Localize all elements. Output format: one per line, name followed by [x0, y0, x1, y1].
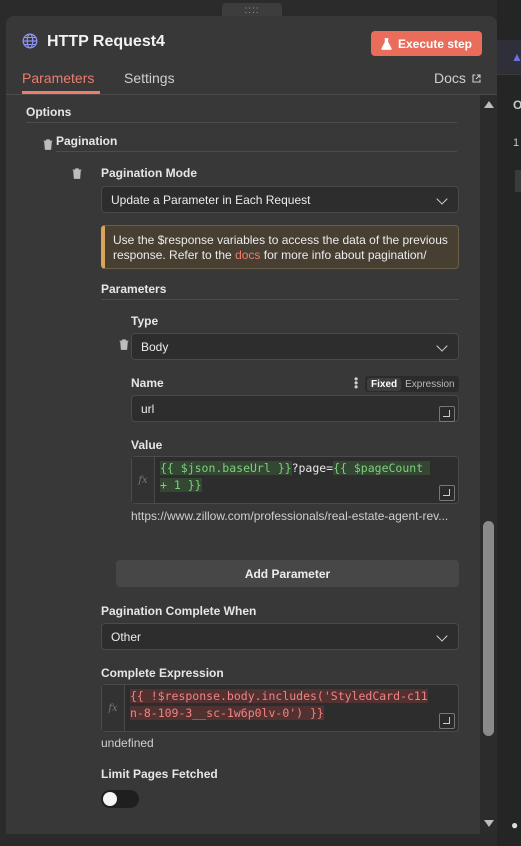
pagination-mode-select[interactable]: Update a Parameter in Each Request [101, 186, 459, 213]
scroll-up-arrow-icon[interactable] [484, 101, 494, 108]
tab-bar: Parameters Settings Docs [6, 68, 497, 95]
divider [101, 299, 459, 300]
divider [26, 122, 457, 123]
limit-pages-label: Limit Pages Fetched [101, 767, 218, 781]
parameters-content: Options Pagination Pagination Mode Updat… [6, 95, 481, 834]
external-link-icon [472, 74, 481, 83]
docs-inline-link[interactable]: docs [235, 248, 260, 262]
parameters-label: Parameters [101, 282, 167, 296]
chevron-down-icon [436, 193, 448, 205]
value-expression-code[interactable]: {{ $json.baseUrl }}?page={{ $pageCount +… [160, 460, 431, 494]
limit-pages-toggle[interactable] [101, 790, 139, 808]
name-label: Name [131, 376, 164, 390]
toggle-knob [103, 792, 117, 806]
pin-icon[interactable]: ▲ [511, 50, 521, 64]
type-select[interactable]: Body [131, 333, 459, 360]
expr-token: ?page= [291, 461, 334, 475]
expr-token: {{ !$response.body.includes('StyledCard-… [130, 689, 428, 720]
docs-link[interactable]: Docs [434, 70, 481, 86]
expand-icon[interactable] [439, 485, 455, 501]
tab-settings[interactable]: Settings [124, 70, 175, 86]
scrollbar[interactable] [480, 95, 497, 834]
background-text: 1 [513, 137, 520, 149]
globe-icon [22, 33, 38, 49]
name-input[interactable]: url [131, 395, 459, 422]
kebab-menu-icon[interactable]: • • • [354, 373, 358, 393]
docs-label: Docs [434, 70, 466, 86]
type-label: Type [131, 314, 159, 328]
options-heading: Options [26, 105, 72, 119]
pagination-mode-value: Update a Parameter in Each Request [111, 192, 311, 207]
fixed-option[interactable]: Fixed [367, 377, 402, 391]
add-parameter-button[interactable]: Add Parameter [116, 560, 459, 587]
lightbulb-icon[interactable]: ● [511, 818, 518, 832]
complete-expression-code[interactable]: {{ !$response.body.includes('StyledCard-… [130, 688, 430, 722]
chevron-down-icon [436, 340, 448, 352]
complete-expression-label: Complete Expression [101, 666, 224, 680]
tab-parameters[interactable]: Parameters [22, 70, 94, 86]
chevron-down-icon [436, 630, 448, 642]
pagination-mode-label: Pagination Mode [101, 166, 197, 180]
complete-when-select[interactable]: Other [101, 623, 459, 650]
expr-token: {{ $json.baseUrl }} [160, 461, 292, 475]
name-value: url [141, 401, 155, 416]
complete-expression-result: undefined [101, 736, 154, 750]
complete-when-label: Pagination Complete When [101, 604, 257, 618]
expand-icon[interactable] [439, 713, 455, 729]
scrollbar-thumb[interactable] [483, 521, 494, 736]
fx-icon: fx [102, 685, 125, 731]
trash-icon[interactable] [72, 168, 82, 179]
value-expression-editor[interactable]: fx {{ $json.baseUrl }}?page={{ $pageCoun… [131, 456, 459, 504]
trash-icon[interactable] [43, 139, 53, 150]
panel-header: HTTP Request4 Execute step [6, 16, 497, 68]
complete-when-value: Other [111, 629, 142, 644]
active-tab-indicator [22, 91, 100, 94]
background-strip [515, 170, 521, 192]
value-label: Value [131, 438, 163, 452]
expand-icon[interactable] [439, 406, 455, 422]
complete-expression-editor[interactable]: fx {{ !$response.body.includes('StyledCa… [101, 684, 459, 732]
expression-option[interactable]: Expression [405, 379, 454, 390]
value-preview: https://www.zillow.com/professionals/rea… [131, 509, 449, 523]
execute-step-label: Execute step [397, 36, 473, 51]
fx-icon: fx [132, 457, 155, 503]
scroll-down-arrow-icon[interactable] [484, 820, 494, 827]
info-callout: Use the $response variables to access th… [101, 225, 459, 269]
background-panel: ▲ O 1 ● [497, 0, 521, 846]
callout-text-end: for more info about pagination/ [260, 248, 427, 262]
node-panel: HTTP Request4 Execute step Parameters Se… [6, 16, 497, 834]
divider [56, 151, 457, 152]
flask-icon [381, 37, 392, 50]
type-value: Body [141, 339, 169, 354]
execute-step-button[interactable]: Execute step [371, 31, 482, 56]
node-title[interactable]: HTTP Request4 [47, 33, 165, 51]
fixed-expression-toggle: Fixed Expression [365, 376, 459, 392]
trash-icon[interactable] [119, 339, 129, 350]
background-text: O [513, 98, 521, 112]
pagination-heading: Pagination [56, 134, 118, 148]
